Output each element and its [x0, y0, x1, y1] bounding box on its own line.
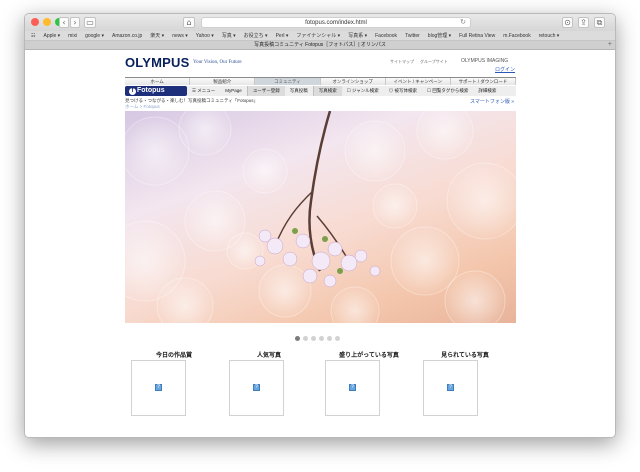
browser-window: ‹ › ▭ ⌂ fotopus.com/index.html ↻ ⊙ ⇪ ⧉ ☷… [24, 13, 616, 438]
fotopus-subnav: f Fotopus ☰ メニュー MyPage ユーザー登録 写真投稿 写真検索 … [125, 86, 516, 96]
login-link[interactable]: ログイン [495, 66, 515, 73]
thumbnail-popular[interactable]: ? [229, 360, 284, 416]
nav-events[interactable]: イベント / キャンペーン [385, 78, 451, 85]
new-tab-icon[interactable]: + [608, 41, 612, 49]
bookmark-item[interactable]: mixi [68, 33, 77, 39]
thumbnail-most-viewed[interactable]: ? [423, 360, 478, 416]
carousel-dot[interactable] [327, 336, 332, 341]
subnav-photo-search[interactable]: 写真検索 [312, 86, 342, 96]
tab-title[interactable]: 写真投稿コミュニティ Fotopus［フォトパス］| オリンパス [254, 42, 386, 48]
bookmark-item[interactable]: 写真系 ▾ [348, 32, 367, 39]
nav-products[interactable]: 製品紹介 [190, 78, 256, 85]
subnav-tag-search[interactable]: ☐ 回覧タグから検索 [422, 86, 473, 96]
cherry-blossom-photo [125, 111, 516, 323]
subnav-mypage[interactable]: MyPage [220, 86, 247, 96]
tabs-icon[interactable]: ⧉ [594, 17, 605, 28]
sitemap-link[interactable]: サイトマップ [390, 59, 414, 65]
subnav-post-photo[interactable]: 写真投稿 [285, 86, 313, 96]
home-icon[interactable]: ⌂ [183, 17, 195, 28]
bookmark-item[interactable]: Perl ▾ [276, 33, 289, 39]
bookmark-item[interactable]: お役立ち ▾ [244, 32, 268, 39]
carousel-dot[interactable] [303, 336, 308, 341]
hero-image[interactable] [125, 111, 516, 323]
tab-bar: 写真投稿コミュニティ Fotopus［フォトパス］| オリンパス + [25, 41, 615, 50]
forward-icon[interactable]: › [70, 17, 80, 28]
subnav-genre-search[interactable]: ☐ ジャンル検索 [342, 86, 384, 96]
bookmark-item[interactable]: m.Facebook [503, 33, 531, 39]
bookmark-item[interactable]: Twitter [405, 33, 420, 39]
reload-icon[interactable]: ↻ [460, 18, 466, 28]
image-placeholder-icon: ? [155, 384, 162, 391]
bookmark-item[interactable]: news ▾ [172, 33, 188, 39]
nav-community[interactable]: コミュニティ [255, 78, 321, 85]
subnav-menu[interactable]: ☰ メニュー [187, 86, 220, 96]
back-icon[interactable]: ‹ [59, 17, 69, 28]
carousel-dot[interactable] [335, 336, 340, 341]
bookmark-item[interactable]: Apple ▾ [43, 33, 60, 39]
smartphone-link[interactable]: スマートフォン版 » [470, 98, 514, 105]
bookmark-item[interactable]: Yahoo ▾ [196, 33, 214, 39]
bookmarks-grid-icon[interactable]: ☷ [31, 33, 35, 39]
minimize-window-icon[interactable] [43, 18, 51, 26]
bookmark-item[interactable]: retouch ▾ [539, 33, 560, 39]
nav-support[interactable]: サポート / ダウンロード [450, 78, 517, 85]
download-icon[interactable]: ⊙ [562, 17, 573, 28]
bookmark-item[interactable]: Amazon.co.jp [112, 33, 142, 39]
bookmark-item[interactable]: 写真 ▾ [222, 32, 236, 39]
thumbnail-today-award[interactable]: ? [131, 360, 186, 416]
image-placeholder-icon: ? [447, 384, 454, 391]
tagline: Your Vision, Our Future [193, 60, 242, 65]
breadcrumb-path[interactable]: ホーム > Fotopus [125, 104, 258, 110]
fotopus-logo[interactable]: f Fotopus [125, 86, 187, 96]
image-placeholder-icon: ? [349, 384, 356, 391]
bookmark-item[interactable]: 楽天 ▾ [150, 32, 164, 39]
bookmark-item[interactable]: google ▾ [85, 33, 104, 39]
nav-online-shop[interactable]: オンラインショップ [320, 78, 386, 85]
group-site-link[interactable]: グループサイト [420, 59, 448, 65]
olympus-logo[interactable]: OLYMPUS [125, 55, 190, 70]
carousel-indicators [295, 336, 340, 341]
fotopus-brand: Fotopus [137, 87, 165, 94]
subnav-subject-search[interactable]: ◎ 被写体検索 [384, 86, 422, 96]
web-page: OLYMPUS Your Vision, Our Future サイトマップ グ… [25, 50, 615, 437]
bookmark-item[interactable]: blog管理 ▾ [428, 32, 451, 39]
image-placeholder-icon: ? [253, 384, 260, 391]
carousel-dot[interactable] [319, 336, 324, 341]
section-title-most-viewed: 見られている写真 [441, 353, 489, 359]
carousel-dot[interactable] [311, 336, 316, 341]
thumbnail-trending[interactable]: ? [325, 360, 380, 416]
bookmark-item[interactable]: Full Retina View [459, 33, 495, 39]
share-icon[interactable]: ⇪ [578, 17, 589, 28]
section-title-popular: 人気写真 [256, 353, 281, 359]
nav-home[interactable]: ホーム [125, 78, 191, 85]
section-title-trending: 盛り上がっている写真 [339, 353, 399, 359]
fotopus-f-icon: f [129, 88, 136, 95]
bookmarks-bar: ☷ Apple ▾ mixi google ▾ Amazon.co.jp 楽天 ▾ news… [25, 31, 615, 41]
bookmark-item[interactable]: Facebook [375, 33, 397, 39]
section-title-today-award: 今日の作品賞 [155, 353, 192, 359]
url-text: fotopus.com/index.html [305, 20, 367, 26]
top-links: サイトマップ グループサイト [390, 59, 448, 65]
sidebar-icon[interactable]: ▭ [84, 17, 96, 28]
toolbar: ‹ › ▭ ⌂ fotopus.com/index.html ↻ ⊙ ⇪ ⧉ [25, 14, 615, 31]
olympus-imaging-link[interactable]: OLYMPUS IMAGING [461, 58, 508, 64]
address-bar[interactable]: fotopus.com/index.html ↻ [201, 17, 471, 28]
close-window-icon[interactable] [31, 18, 39, 26]
bookmark-item[interactable]: ファイナンシャル ▾ [296, 32, 340, 39]
carousel-dot[interactable] [295, 336, 300, 341]
subnav-advanced-search[interactable]: 詳細検索 [473, 86, 501, 96]
main-nav: ホーム 製品紹介 コミュニティ オンラインショップ イベント / キャンペーン … [125, 77, 517, 85]
subnav-register[interactable]: ユーザー登録 [246, 86, 285, 96]
breadcrumb: 見つける・つながる・楽しむ！写真投稿コミュニティ「Fotopus」 ホーム > … [125, 98, 258, 110]
